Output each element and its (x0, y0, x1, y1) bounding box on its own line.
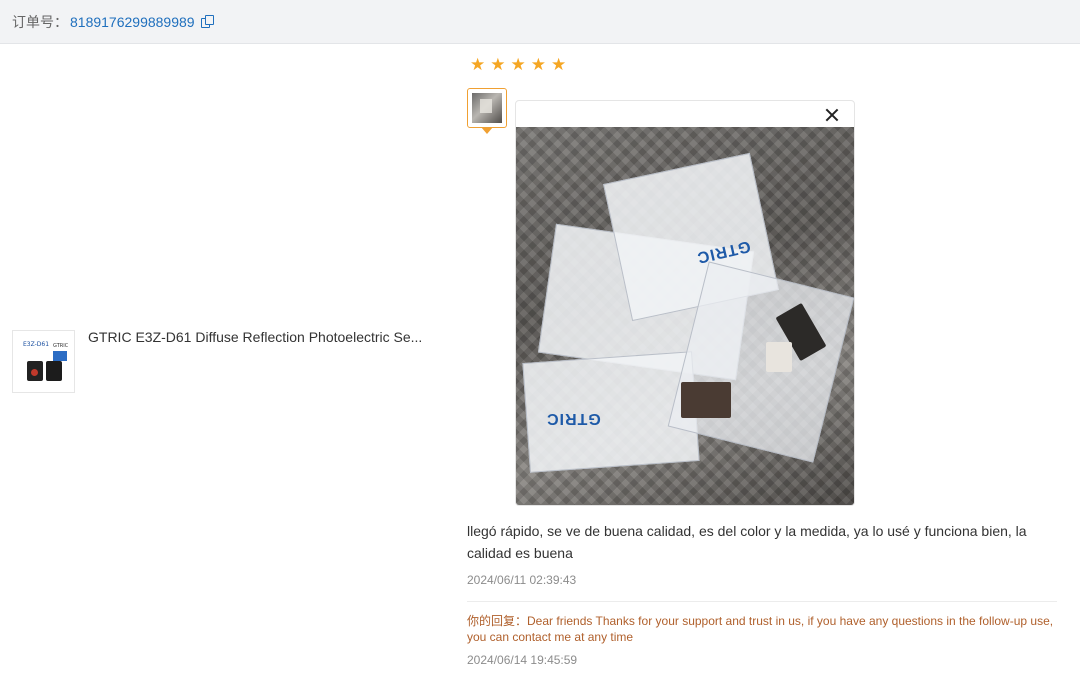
close-icon[interactable] (824, 107, 840, 123)
product-title[interactable]: GTRIC E3Z-D61 Diffuse Reflection Photoel… (88, 329, 422, 345)
review-photo: GTRIC GTRIC (516, 127, 854, 505)
reply-label: 你的回复： (467, 614, 528, 628)
rating-stars: ★ ★ ★ ★ ★ (470, 57, 566, 74)
order-label: 订单号： (12, 13, 68, 30)
star-icon: ★ (490, 55, 506, 75)
order-bar: 订单号： 8189176299889989 (0, 0, 1080, 44)
reply-text: Dear friends Thanks for your support and… (467, 614, 1054, 644)
order-number-link[interactable]: 8189176299889989 (70, 14, 195, 30)
star-icon: ★ (551, 55, 567, 75)
product-row: E3Z-D61 GTRIC GTRIC E3Z-D61 Diffuse Refl… (12, 329, 422, 393)
divider (467, 601, 1057, 602)
seller-reply: 你的回复：Dear friends Thanks for your suppor… (467, 613, 1067, 645)
product-thumbnail[interactable]: E3Z-D61 GTRIC (12, 330, 75, 393)
review-timestamp: 2024/06/11 02:39:43 (467, 573, 577, 587)
image-viewer: GTRIC GTRIC (515, 100, 855, 506)
reply-timestamp: 2024/06/14 19:45:59 (467, 653, 578, 667)
star-icon: ★ (530, 55, 546, 75)
copy-icon[interactable] (200, 14, 215, 29)
star-icon: ★ (470, 55, 486, 75)
review-text: llegó rápido, se ve de buena calidad, es… (467, 523, 1027, 561)
star-icon: ★ (510, 55, 526, 75)
photo-brand-text: GTRIC (546, 410, 601, 427)
review-image-thumbnail[interactable] (467, 88, 507, 128)
thumbnail-pointer-icon (481, 127, 493, 134)
